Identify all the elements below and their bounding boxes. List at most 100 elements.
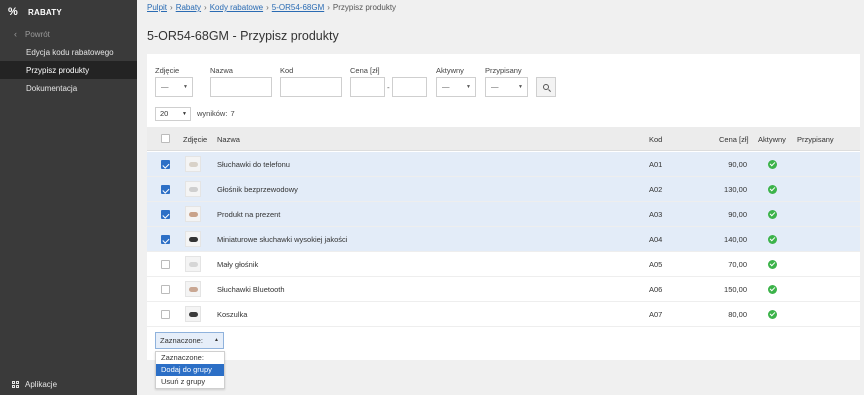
back-link[interactable]: ‹ Powrót xyxy=(0,25,137,43)
product-thumbnail xyxy=(185,231,201,247)
filter-active-select[interactable]: — ▼ xyxy=(436,77,476,97)
product-code: A04 xyxy=(649,235,663,244)
breadcrumb-link-codes[interactable]: Kody rabatowe xyxy=(210,3,263,12)
breadcrumb-current: Przypisz produkty xyxy=(332,3,397,12)
row-checkbox[interactable] xyxy=(161,235,170,244)
table-row[interactable]: Słuchawki do telefonu A01 90,00 xyxy=(147,152,860,177)
breadcrumb-separator: › xyxy=(204,3,207,12)
main-content: Pulpit › Rabaty › Kody rabatowe › 5-OR54-68GM ›… xyxy=(137,0,864,395)
filter-photo-value: — xyxy=(161,82,169,91)
header-assigned[interactable]: Przypisany xyxy=(797,135,834,144)
table-row[interactable]: Słuchawki Bluetooth A06 150,00 xyxy=(147,277,860,302)
products-panel: Zdjęcie — ▼ Nazwa Kod Cena [zł] - Aktywn… xyxy=(147,54,860,360)
active-check-icon xyxy=(768,160,777,169)
row-checkbox[interactable] xyxy=(161,285,170,294)
header-name[interactable]: Nazwa xyxy=(217,135,240,144)
product-thumbnail-image xyxy=(189,312,198,317)
table-row[interactable]: Produkt na prezent A03 90,00 xyxy=(147,202,860,227)
per-page-select[interactable]: 20 ▼ xyxy=(155,107,191,121)
header-code[interactable]: Kod xyxy=(649,135,662,144)
sidebar-item-edit-code[interactable]: Edycja kodu rabatowego xyxy=(0,43,137,61)
product-name: Koszulka xyxy=(217,310,248,319)
filter-price-separator: - xyxy=(387,83,390,92)
bulk-option-add-to-group[interactable]: Dodaj do grupy xyxy=(156,364,224,376)
apps-button[interactable]: Aplikacje xyxy=(12,380,57,389)
product-name: Głośnik bezprzewodowy xyxy=(217,185,298,194)
filter-assigned-value: — xyxy=(491,82,499,91)
product-thumbnail-image xyxy=(189,287,198,292)
product-thumbnail xyxy=(185,306,201,322)
product-thumbnail-image xyxy=(189,187,198,192)
breadcrumb-separator: › xyxy=(266,3,269,12)
breadcrumb-link-dashboard[interactable]: Pulpit xyxy=(147,3,167,12)
filter-photo-select[interactable]: — ▼ xyxy=(155,77,193,97)
back-label: Powrót xyxy=(25,29,50,39)
row-checkbox[interactable] xyxy=(161,185,170,194)
filter-active-value: — xyxy=(442,82,450,91)
filter-code-input[interactable] xyxy=(280,77,342,97)
sidebar-item-assign-products[interactable]: Przypisz produkty xyxy=(0,61,137,79)
row-checkbox[interactable] xyxy=(161,210,170,219)
sidebar-item-label: Przypisz produkty xyxy=(26,65,90,75)
product-thumbnail-image xyxy=(189,212,198,217)
table-row[interactable]: Koszulka A07 80,00 xyxy=(147,302,860,327)
select-all-checkbox[interactable] xyxy=(161,134,170,143)
table-row[interactable]: Mały głośnik A05 70,00 xyxy=(147,252,860,277)
sidebar: % RABATY ‹ Powrót Edycja kodu rabatowego… xyxy=(0,0,137,395)
search-button[interactable] xyxy=(536,77,556,97)
results-number: 7 xyxy=(230,109,235,118)
bulk-action-menu: Zaznaczone: Dodaj do grupy Usuń z grupy xyxy=(155,351,225,389)
filter-code-label: Kod xyxy=(280,66,294,75)
row-checkbox[interactable] xyxy=(161,310,170,319)
active-check-icon xyxy=(768,260,777,269)
product-thumbnail xyxy=(185,206,201,222)
row-checkbox[interactable] xyxy=(161,160,170,169)
table-row[interactable]: Miniaturowe słuchawki wysokiej jakości A0… xyxy=(147,227,860,252)
filter-assigned-label: Przypisany xyxy=(485,66,522,75)
caret-down-icon: ▼ xyxy=(183,84,188,90)
row-checkbox[interactable] xyxy=(161,260,170,269)
header-active[interactable]: Aktywny xyxy=(758,135,786,144)
bulk-action-value: Zaznaczone: xyxy=(160,336,203,345)
brand-label: RABATY xyxy=(27,7,62,17)
product-code: A07 xyxy=(649,310,663,319)
caret-down-icon: ▼ xyxy=(466,84,471,90)
brand[interactable]: % RABATY xyxy=(0,0,137,24)
filter-price-from-input[interactable] xyxy=(350,77,385,97)
product-thumbnail xyxy=(185,181,201,197)
product-price: 130,00 xyxy=(724,185,747,194)
header-price[interactable]: Cena [zł] xyxy=(719,135,749,144)
caret-down-icon: ▼ xyxy=(518,84,523,90)
product-price: 90,00 xyxy=(728,210,747,219)
product-price: 70,00 xyxy=(728,260,747,269)
bulk-action-select[interactable]: Zaznaczone: ▲ xyxy=(155,332,224,349)
active-check-icon xyxy=(768,235,777,244)
sidebar-item-label: Edycja kodu rabatowego xyxy=(26,47,114,57)
product-code: A02 xyxy=(649,185,663,194)
product-code: A05 xyxy=(649,260,663,269)
product-price: 150,00 xyxy=(724,285,747,294)
bulk-option-header[interactable]: Zaznaczone: xyxy=(156,352,224,364)
filter-assigned-select[interactable]: — ▼ xyxy=(485,77,528,97)
filter-name-label: Nazwa xyxy=(210,66,233,75)
filter-price-to-input[interactable] xyxy=(392,77,427,97)
table-header: Zdjęcie Nazwa Kod Cena [zł] Aktywny Przy… xyxy=(147,127,860,151)
product-thumbnail xyxy=(185,256,201,272)
breadcrumb-link-discounts[interactable]: Rabaty xyxy=(176,3,201,12)
chevron-left-icon: ‹ xyxy=(14,29,17,39)
filter-price-label: Cena [zł] xyxy=(350,66,380,75)
table-row[interactable]: Głośnik bezprzewodowy A02 130,00 xyxy=(147,177,860,202)
percent-icon: % xyxy=(8,6,18,18)
product-thumbnail xyxy=(185,156,201,172)
sidebar-item-documentation[interactable]: Dokumentacja xyxy=(0,79,137,97)
search-icon xyxy=(543,84,549,90)
product-name: Mały głośnik xyxy=(217,260,259,269)
header-photo: Zdjęcie xyxy=(183,135,208,144)
breadcrumb-link-code[interactable]: 5-OR54-68GM xyxy=(272,3,324,12)
filter-name-input[interactable] xyxy=(210,77,272,97)
bulk-option-remove-from-group[interactable]: Usuń z grupy xyxy=(156,376,224,388)
breadcrumb: Pulpit › Rabaty › Kody rabatowe › 5-OR54-68GM ›… xyxy=(147,3,396,12)
active-check-icon xyxy=(768,210,777,219)
product-thumbnail-image xyxy=(189,237,198,242)
product-code: A03 xyxy=(649,210,663,219)
